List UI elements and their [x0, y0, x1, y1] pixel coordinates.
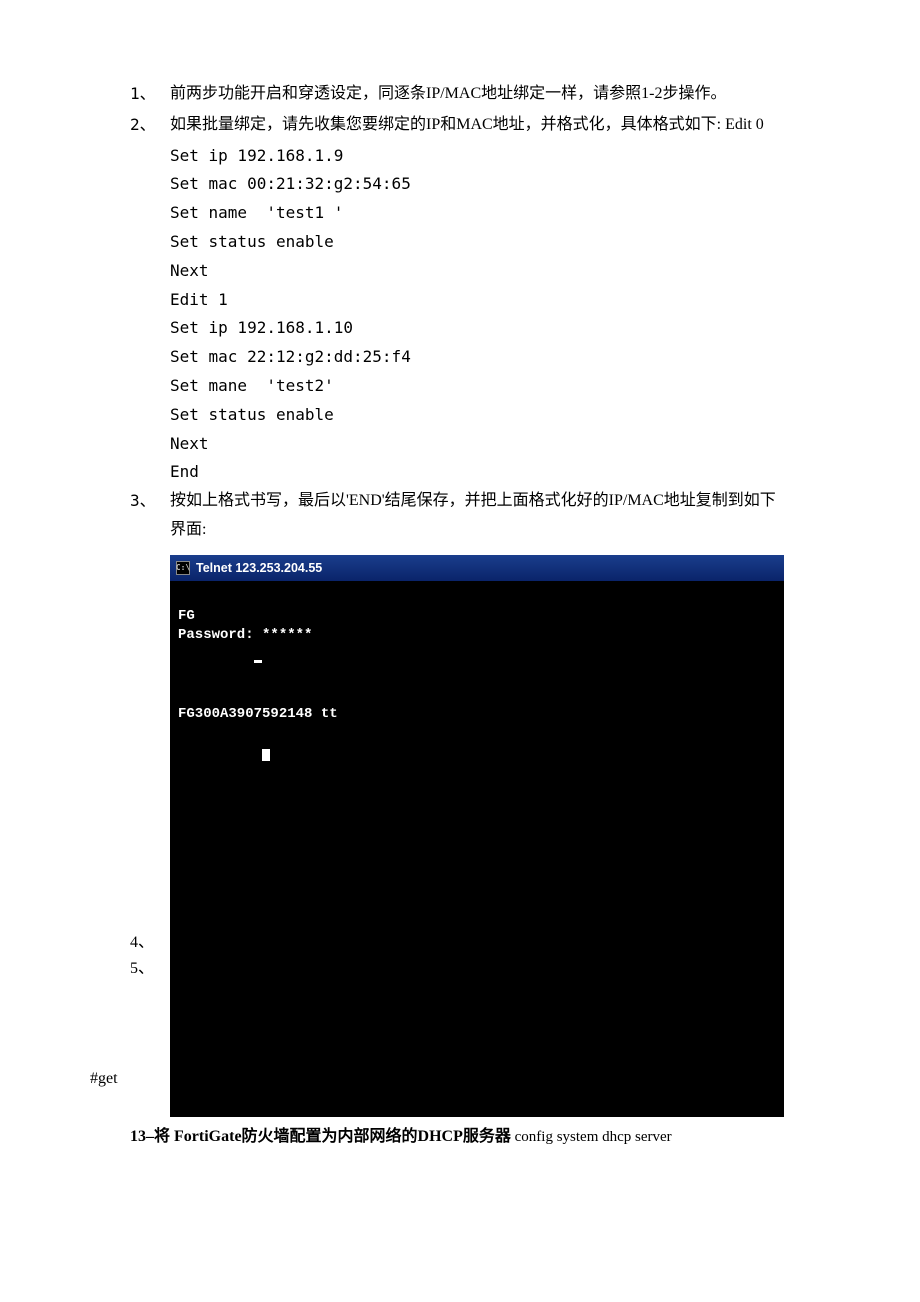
terminal-line: [178, 666, 776, 686]
code-line: End: [170, 458, 790, 487]
terminal-line: FG: [178, 607, 776, 627]
terminal-line: [178, 744, 776, 764]
terminal-line: [178, 685, 776, 705]
document-page: 1、 前两步功能开启和穿透设定，同逐条IP/MAC地址绑定一样，请参照1-2步操…: [0, 0, 920, 1302]
code-line: Set mac 22:12:g2:dd:25:f4: [170, 343, 790, 372]
cursor-icon: [254, 660, 262, 663]
terminal-line: FG300A3907592148 tt: [178, 705, 776, 725]
code-line: Set mac 00:21:32:g2:54:65: [170, 170, 790, 199]
code-line: Set ip 192.168.1.9: [170, 142, 790, 171]
list-number: 2、: [130, 111, 170, 140]
list-item-4: 4、: [130, 929, 154, 958]
terminal-line: [178, 646, 776, 666]
terminal-title: Telnet 123.253.204.55: [196, 557, 322, 580]
list-item-2: 2、 如果批量绑定，请先收集您要绑定的IP和MAC地址，并格式化，具体格式如下:…: [130, 111, 790, 140]
terminal-text: [178, 647, 254, 663]
terminal-window: C:\ Telnet 123.253.204.55 FG Password: *…: [170, 555, 784, 1118]
code-block: Set ip 192.168.1.9 Set mac 00:21:32:g2:5…: [130, 142, 790, 488]
list-item-5: 5、: [130, 955, 154, 984]
code-line: Set status enable: [170, 228, 790, 257]
list-item-1: 1、 前两步功能开启和穿透设定，同逐条IP/MAC地址绑定一样，请参照1-2步操…: [130, 80, 790, 109]
get-label: #get: [90, 1065, 118, 1094]
list-number: 3、: [130, 487, 170, 545]
code-line: Set status enable: [170, 401, 790, 430]
code-line: Edit 1: [170, 286, 790, 315]
heading-number: 13–将: [130, 1128, 174, 1145]
list-number: 1、: [130, 80, 170, 109]
terminal-titlebar: C:\ Telnet 123.253.204.55: [170, 555, 784, 582]
terminal-wrap: 4、 5、 #get C:\ Telnet 123.253.204.55 FG …: [170, 555, 784, 1118]
terminal-body[interactable]: FG Password: ****** FG300A3907592148 tt: [170, 581, 784, 1117]
list-body: 按如上格式书写，最后以'END'结尾保存，并把上面格式化好的IP/MAC地址复制…: [170, 487, 790, 545]
code-line: Set name 'test1 ': [170, 199, 790, 228]
code-line: Next: [170, 430, 790, 459]
list-body: 前两步功能开启和穿透设定，同逐条IP/MAC地址绑定一样，请参照1-2步操作。: [170, 80, 790, 109]
list-text: 如果批量绑定，请先收集您要绑定的IP和MAC地址，并格式化，具体格式如下: Ed…: [170, 116, 764, 133]
cursor-block-icon: [262, 749, 270, 761]
list-body: 如果批量绑定，请先收集您要绑定的IP和MAC地址，并格式化，具体格式如下: Ed…: [170, 111, 790, 140]
code-line: Next: [170, 257, 790, 286]
code-line: Set ip 192.168.1.10: [170, 314, 790, 343]
terminal-line: Password: ******: [178, 626, 776, 646]
section-heading-13: 13–将 FortiGate防火墙配置为内部网络的DHCP服务器 config …: [130, 1123, 790, 1152]
terminal-line: [178, 587, 776, 607]
heading-title: FortiGate防火墙配置为内部网络的DHCP服务器: [174, 1128, 511, 1145]
cmd-icon: C:\: [176, 561, 190, 575]
terminal-line: [178, 724, 776, 744]
code-line: Set mane 'test2': [170, 372, 790, 401]
heading-command: config system dhcp server: [511, 1129, 672, 1145]
list-item-3: 3、 按如上格式书写，最后以'END'结尾保存，并把上面格式化好的IP/MAC地…: [130, 487, 790, 545]
